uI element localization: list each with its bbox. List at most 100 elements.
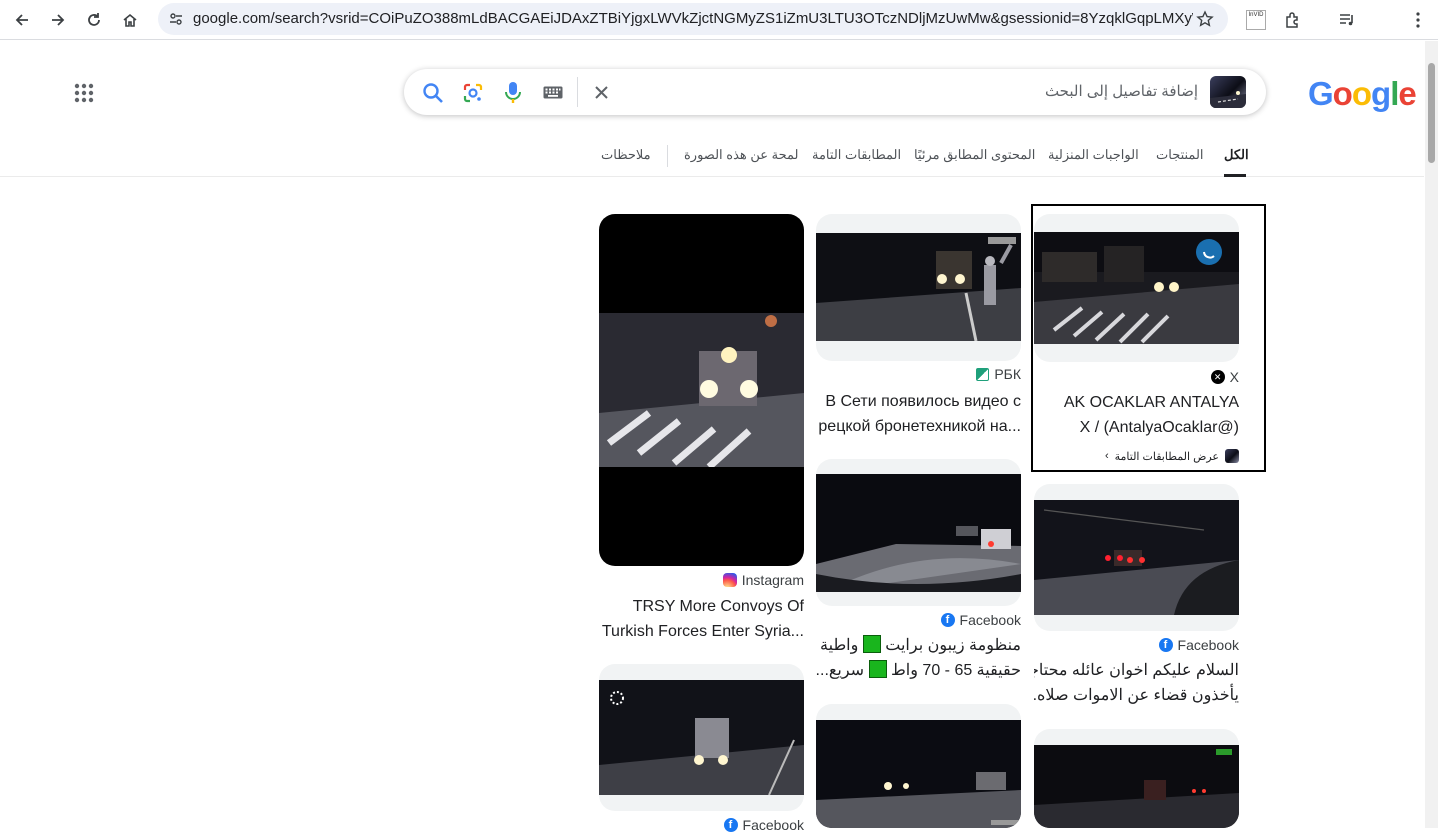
result-thumbnail[interactable] [816,459,1021,606]
browser-toolbar: google.com/search?vsrid=COiPuZO388mLdBAC… [0,0,1438,40]
title-text: واطية [820,637,859,654]
title-line: منظومة زيبون برايت واطية [816,633,1021,658]
logo-letter: o [1351,75,1372,112]
query-image-thumbnail[interactable] [1210,76,1246,108]
extensions-puzzle-icon[interactable] [1279,6,1307,34]
rbk-logo-icon [976,367,990,381]
browser-menu-icon[interactable] [1404,6,1432,34]
result-card-facebook[interactable]: f Facebook [599,664,804,833]
result-title[interactable]: منظومة زيبون برايت واطية حقيقية 65 - 70 … [816,633,1021,683]
tab-about-image[interactable]: لمحة عن هذه الصورة [684,147,798,163]
logo-letter: e [1398,75,1416,112]
facebook-logo-icon: f [1158,638,1173,652]
source-name: Instagram [741,572,804,588]
clear-search-icon[interactable] [594,85,609,100]
logo-letter: G [1308,75,1334,112]
result-source[interactable]: Instagram [722,572,804,588]
result-thumbnail[interactable] [816,214,1021,361]
result-card-rbk[interactable]: РБК В Сети появилось видео с рецкой брон… [816,214,1021,444]
search-tabs: الكل المنتجات الواجبات المنزلية المحتوى … [0,137,1424,177]
result-card-instagram[interactable]: Instagram TRSY More Convoys Of Turkish F… [599,214,804,654]
keyboard-icon[interactable] [543,86,563,99]
search-icon[interactable] [422,82,444,104]
title-line: Turkish Forces Enter Syria... [601,623,804,640]
result-thumbnail[interactable] [1034,214,1239,362]
invid-extension-icon[interactable]: InVID [1242,6,1270,34]
green-square-emoji [868,660,887,678]
result-title[interactable]: AK OCAKLAR ANTALYA X / (AntalyaOcaklar@) [1034,390,1239,440]
source-name: РБК [994,366,1021,382]
source-name: Facebook [959,612,1021,628]
result-card-partial[interactable] [816,704,1021,828]
home-icon[interactable] [116,6,144,34]
source-name: X [1229,369,1239,385]
result-thumbnail[interactable] [816,704,1021,828]
source-name: Facebook [1177,637,1239,653]
invid-extension-label: InVID [1246,10,1266,30]
x-logo-icon: ✕ [1210,370,1225,384]
search-divider [577,77,578,107]
title-line: X / (AntalyaOcaklar@) [1079,419,1239,436]
result-source[interactable]: f Facebook [723,817,804,833]
result-title[interactable]: В Сети появилось видео с рецкой бронетех… [816,389,1021,439]
site-info-icon[interactable] [168,11,184,27]
bookmark-star-icon[interactable] [1196,10,1214,28]
result-card-x[interactable]: ✕ X AK OCAKLAR ANTALYA X / (AntalyaOcakl… [1034,214,1239,474]
back-icon[interactable] [8,6,36,34]
tab-all[interactable]: الكل [1224,147,1249,163]
result-source[interactable]: f Facebook [1158,637,1239,653]
result-source[interactable]: РБК [976,366,1021,382]
url-text[interactable]: google.com/search?vsrid=COiPuZO388mLdBAC… [193,10,1193,27]
result-card-facebook[interactable]: f Facebook منظومة زيبون برايت واطية حقيق… [816,459,1021,689]
active-tab-indicator [1224,174,1246,177]
title-line: AK OCAKLAR ANTALYA [1063,394,1239,411]
media-control-icon[interactable] [1333,6,1361,34]
result-thumbnail[interactable] [1034,729,1239,828]
google-lens-icon[interactable] [462,82,484,104]
result-thumbnail[interactable] [1034,484,1239,631]
result-source[interactable]: ✕ X [1210,369,1239,385]
google-logo[interactable]: Google [1308,75,1417,113]
google-apps-icon[interactable] [72,81,96,105]
title-line: يأخذون قضاء عن الاموات صلاه... [1034,687,1239,704]
tab-exact-matches[interactable]: المطابقات التامة [812,147,901,163]
scrollbar-thumb[interactable] [1428,63,1435,163]
forward-icon[interactable] [44,6,72,34]
page-scrollbar[interactable] [1425,41,1438,828]
result-card-facebook[interactable]: f Facebook السلام عليكم اخوان عائله محتا… [1034,484,1239,714]
title-line: السلام عليكم اخوان عائله محتاجين [1034,662,1239,679]
title-line: В Сети появилось видео с [825,393,1021,410]
result-card-partial[interactable] [1034,729,1239,828]
title-text: سريع... [816,662,865,679]
title-text: منظومة زيبون برايت [885,637,1021,654]
search-query-placeholder[interactable]: إضافة تفاصيل إلى البحث [1045,82,1198,100]
instagram-logo-icon [722,573,737,587]
title-line: حقيقية 65 - 70 واط سريع... [816,658,1021,683]
address-bar[interactable]: google.com/search?vsrid=COiPuZO388mLdBAC… [158,3,1228,35]
search-box[interactable]: إضافة تفاصيل إلى البحث [404,69,1266,115]
voice-search-icon[interactable] [504,81,522,105]
facebook-logo-icon: f [723,818,738,832]
logo-letter: o [1332,75,1353,112]
tab-visual-matches[interactable]: المحتوى المطابق مرئيًا [914,147,1035,163]
tab-feedback[interactable]: ملاحظات [601,147,651,163]
result-title[interactable]: السلام عليكم اخوان عائله محتاجين يأخذون … [1034,658,1239,708]
result-thumbnail[interactable] [599,214,804,566]
facebook-logo-icon: f [940,613,955,627]
match-thumbnail [1225,449,1239,463]
search-results-page: إضافة تفاصيل إلى البحث Google الكل المنت… [0,41,1424,833]
tab-separator [667,145,668,167]
title-line: рецкой бронетехникой на... [818,418,1021,435]
tab-products[interactable]: المنتجات [1156,147,1204,163]
title-text: حقيقية 65 - 70 واط [891,662,1021,679]
result-source[interactable]: f Facebook [940,612,1021,628]
result-title[interactable]: TRSY More Convoys Of Turkish Forces Ente… [599,594,804,644]
tab-homework[interactable]: الواجبات المنزلية [1048,147,1139,163]
reload-icon[interactable] [80,6,108,34]
result-thumbnail[interactable] [599,664,804,811]
chevron-left-icon: › [1104,450,1109,462]
exact-matches-label: عرض المطابقات التامة [1114,450,1219,463]
logo-letter: g [1371,75,1391,112]
exact-matches-link[interactable]: عرض المطابقات التامة › [1105,449,1239,463]
green-square-emoji [862,635,881,653]
